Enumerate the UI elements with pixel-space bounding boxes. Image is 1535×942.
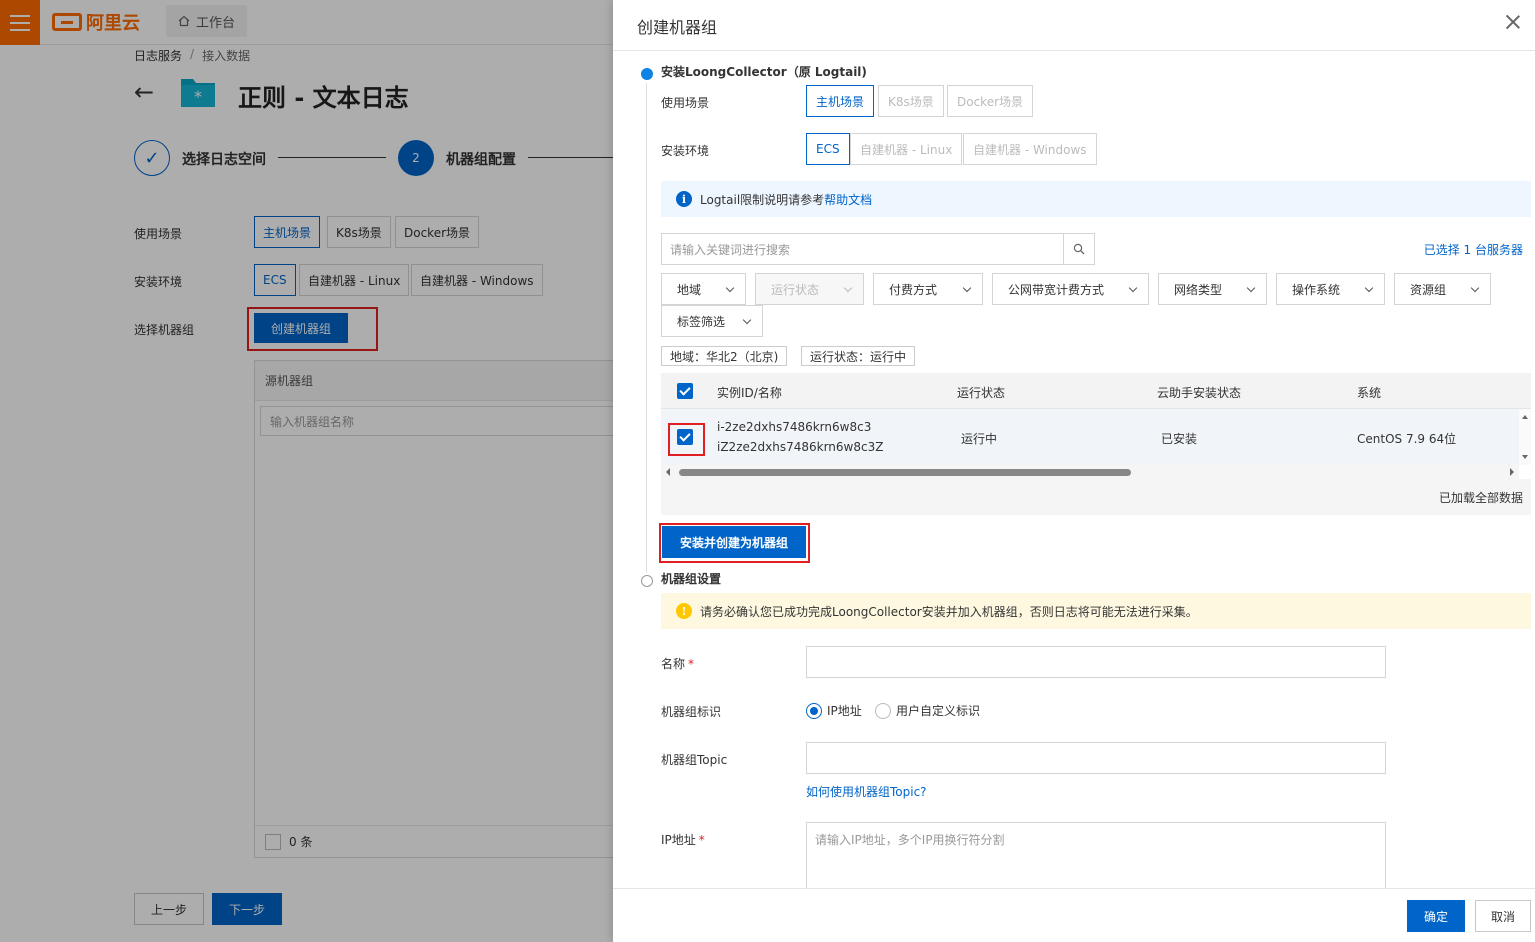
- search-icon[interactable]: [1063, 234, 1094, 264]
- group-name-input[interactable]: [806, 646, 1386, 678]
- identity-option-ip[interactable]: IP地址: [806, 702, 862, 719]
- timeline-line: [646, 83, 647, 573]
- required-mark: *: [688, 657, 695, 671]
- active-filter-tag-status[interactable]: 运行状态：运行中: [801, 346, 916, 366]
- env-option-windows[interactable]: 自建机器 - Windows: [963, 133, 1097, 165]
- active-filter-tag-region[interactable]: 地域：华北2（北京): [661, 346, 788, 366]
- required-mark: *: [698, 833, 705, 847]
- selected-count-link[interactable]: 已选择 1 台服务器: [1424, 241, 1523, 258]
- filter-resource-group-dropdown[interactable]: 资源组: [1394, 273, 1491, 305]
- warning-icon: !: [676, 603, 692, 619]
- warning-text: 请务必确认您已成功完成LoongCollector安装并加入机器组，否则日志将可…: [700, 604, 1198, 619]
- instance-status: 运行中: [961, 432, 998, 446]
- instance-name: iZ2ze2dxhs7486krn6w8c3Z: [717, 440, 884, 454]
- chevron-down-icon: [962, 283, 972, 292]
- instance-search-input[interactable]: 请输入关键词进行搜索: [661, 233, 1095, 265]
- highlight-box: [668, 423, 705, 456]
- filter-label: 地域: [677, 282, 702, 297]
- cancel-button[interactable]: 取消: [1475, 900, 1531, 932]
- create-machine-group-drawer: 创建机器组 安装LoongCollector（原 Logtail) 使用场景 主…: [613, 0, 1535, 942]
- filter-region-dropdown[interactable]: 地域: [661, 273, 746, 305]
- instance-table: 实例ID/名称 运行状态 云助手安装状态 系统 i-2ze2dxhs7486kr…: [661, 373, 1531, 516]
- name-label: 名称 *: [661, 657, 695, 671]
- filter-label: 付费方式: [889, 282, 938, 297]
- drawer-body: 安装LoongCollector（原 Logtail) 使用场景 主机场景 K8…: [613, 51, 1535, 888]
- table-footer: 已加载全部数据: [661, 479, 1531, 515]
- filter-label: 网络类型: [1174, 282, 1223, 297]
- identity-option-label: IP地址: [827, 704, 862, 718]
- filter-network-dropdown[interactable]: 网络类型: [1158, 273, 1267, 305]
- drawer-title: 创建机器组: [637, 18, 718, 37]
- confirm-button[interactable]: 确定: [1407, 900, 1465, 932]
- env-label: 安装环境: [661, 144, 710, 158]
- filter-billing-dropdown[interactable]: 付费方式: [873, 273, 983, 305]
- column-header-os: 系统: [1357, 386, 1382, 400]
- topic-label: 机器组Topic: [661, 753, 728, 767]
- install-section-title: 安装LoongCollector（原 Logtail): [661, 65, 867, 79]
- search-placeholder: 请输入关键词进行搜索: [670, 242, 791, 257]
- chevron-down-icon: [843, 283, 853, 292]
- install-section-radio[interactable]: [641, 68, 653, 80]
- identity-option-label: 用户自定义标识: [896, 704, 981, 718]
- column-header-status: 运行状态: [957, 386, 1006, 400]
- filter-os-dropdown[interactable]: 操作系统: [1276, 273, 1385, 305]
- filter-status-dropdown: 运行状态: [755, 273, 864, 305]
- chevron-down-icon: [1246, 283, 1256, 292]
- scene-option-host[interactable]: 主机场景: [806, 85, 875, 117]
- drawer-footer: 确定 取消: [613, 888, 1535, 942]
- filter-label: 资源组: [1410, 282, 1447, 297]
- info-icon: i: [676, 191, 692, 207]
- scene-label: 使用场景: [661, 96, 710, 110]
- assistant-status: 已安装: [1161, 432, 1198, 446]
- highlight-box: [659, 523, 810, 563]
- filter-label: 标签筛选: [677, 314, 726, 329]
- chevron-down-icon: [725, 283, 735, 292]
- chevron-down-icon: [1364, 283, 1374, 292]
- scene-option-k8s[interactable]: K8s场景: [878, 85, 944, 117]
- scene-option-docker[interactable]: Docker场景: [947, 85, 1034, 117]
- horizontal-scrollbar[interactable]: [661, 465, 1519, 479]
- help-doc-link[interactable]: 帮助文档: [824, 193, 872, 207]
- filter-bandwidth-dropdown[interactable]: 公网带宽计费方式: [992, 273, 1149, 305]
- settings-section-title: 机器组设置: [661, 572, 722, 586]
- identity-option-custom[interactable]: 用户自定义标识: [875, 702, 980, 719]
- info-text: Logtail限制说明请参考帮助文档: [700, 192, 873, 207]
- filter-label: 运行状态: [771, 282, 820, 297]
- warning-bar: ! 请务必确认您已成功完成LoongCollector安装并加入机器组，否则日志…: [661, 593, 1531, 629]
- filter-tag-dropdown[interactable]: 标签筛选: [661, 305, 763, 337]
- chevron-down-icon: [1128, 283, 1138, 292]
- chevron-down-icon: [742, 315, 752, 324]
- table-header: 实例ID/名称 运行状态 云助手安装状态 系统: [661, 373, 1531, 409]
- identity-label: 机器组标识: [661, 705, 722, 719]
- filter-label: 操作系统: [1292, 282, 1341, 297]
- drawer-header: 创建机器组: [613, 0, 1535, 51]
- modal-overlay[interactable]: [0, 0, 613, 942]
- ip-label: IP地址 *: [661, 833, 705, 847]
- table-row[interactable]: i-2ze2dxhs7486krn6w8c3 iZ2ze2dxhs7486krn…: [661, 409, 1519, 465]
- close-icon[interactable]: [1503, 12, 1523, 32]
- topic-input[interactable]: [806, 742, 1386, 774]
- filter-label: 公网带宽计费方式: [1008, 282, 1105, 297]
- ip-textarea[interactable]: 请输入IP地址，多个IP用换行符分割: [806, 822, 1386, 888]
- chevron-down-icon: [1470, 283, 1480, 292]
- instance-os: CentOS 7.9 64位: [1357, 432, 1457, 446]
- radio-selected-icon: [806, 702, 822, 719]
- settings-section-radio[interactable]: [641, 575, 653, 587]
- info-bar: i Logtail限制说明请参考帮助文档: [661, 181, 1531, 217]
- radio-unselected-icon: [875, 702, 891, 719]
- topic-help-link[interactable]: 如何使用机器组Topic?: [806, 783, 927, 800]
- column-header-instance: 实例ID/名称: [717, 386, 782, 400]
- instance-id-link[interactable]: i-2ze2dxhs7486krn6w8c3: [717, 420, 871, 434]
- select-all-checkbox[interactable]: [677, 383, 693, 399]
- env-option-ecs[interactable]: ECS: [806, 133, 850, 165]
- vertical-scrollbar[interactable]: [1519, 409, 1531, 465]
- scrollbar-thumb[interactable]: [679, 469, 1131, 476]
- env-option-linux[interactable]: 自建机器 - Linux: [850, 133, 963, 165]
- background-page: 阿里云 工作台 日志服务 / 接入数据 ← * 正则 - 文本日志 ✓ 选择日志…: [0, 0, 613, 942]
- column-header-assistant: 云助手安装状态: [1157, 386, 1242, 400]
